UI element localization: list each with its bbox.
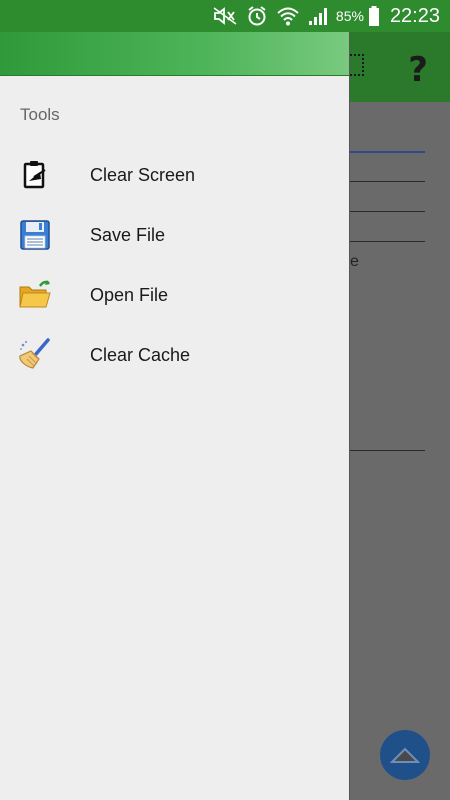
broom-icon <box>18 338 52 372</box>
menu-item-label: Save File <box>90 224 166 245</box>
scroll-up-button[interactable] <box>380 730 430 780</box>
menu-item-clear-cache[interactable]: Clear Cache <box>0 325 349 385</box>
navigation-drawer: Tools Clear Screen Save File Open File C… <box>0 32 350 800</box>
menu-item-label: Clear Cache <box>90 344 191 365</box>
menu-item-open-file[interactable]: Open File <box>0 265 349 325</box>
signal-icon <box>308 5 330 27</box>
background-partial-text: e <box>350 253 359 270</box>
open-folder-icon <box>18 278 52 312</box>
background-divider <box>350 450 425 451</box>
drawer-section-title: Tools <box>20 105 60 124</box>
menu-item-label: Open File <box>90 284 169 305</box>
wifi-icon <box>276 5 300 27</box>
mute-icon <box>212 5 238 27</box>
background-divider <box>350 181 425 182</box>
clipboard-clear-icon <box>18 158 52 192</box>
status-bar: 85% 22:23 <box>0 0 450 32</box>
help-button[interactable]: ? <box>408 50 428 90</box>
battery-icon <box>368 5 380 27</box>
chevron-up-icon <box>390 747 420 763</box>
background-divider <box>350 241 425 242</box>
background-divider <box>350 151 425 153</box>
menu-item-save-file[interactable]: Save File <box>0 205 349 265</box>
battery-percent: 85% <box>335 8 364 24</box>
drawer-header <box>0 32 349 76</box>
menu-item-label: Clear Screen <box>90 164 196 185</box>
status-time: 22:23 <box>389 4 440 27</box>
background-divider <box>350 211 425 212</box>
alarm-icon <box>246 5 268 27</box>
menu-item-clear-screen[interactable]: Clear Screen <box>0 145 349 205</box>
floppy-disk-icon <box>18 218 52 252</box>
